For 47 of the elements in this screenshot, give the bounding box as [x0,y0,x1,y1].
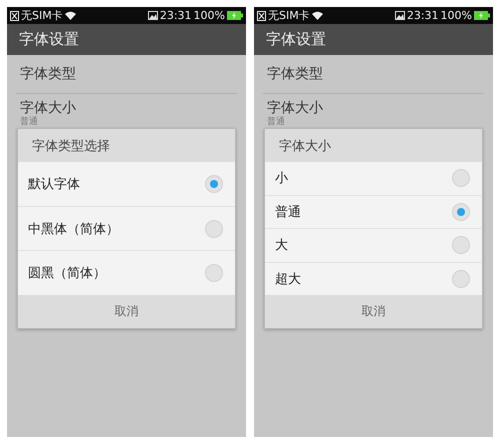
option-label: 小 [275,170,288,188]
radio-button[interactable] [452,169,470,188]
option-row[interactable]: 默认字体 [18,162,235,207]
carrier-text: 无SIM卡 [268,8,310,23]
dialog-title: 字体类型选择 [32,138,110,154]
wifi-icon [312,11,323,20]
radio-button[interactable] [452,236,470,254]
battery-text: 100% [194,9,225,22]
setting-item[interactable]: 字体大小 [20,100,76,117]
option-label: 大 [275,237,288,254]
option-label: 默认字体 [28,176,80,193]
cancel-button[interactable]: 取消 [18,295,235,328]
radio-button[interactable] [205,220,223,238]
image-icon [394,11,405,20]
battery-icon [474,11,490,20]
option-row[interactable]: 普通 [265,196,482,229]
screen-title: 字体设置 [266,30,326,49]
option-label: 中黑体（简体） [28,220,119,238]
battery-icon [227,11,243,20]
radio-button[interactable] [205,174,223,193]
carrier-text: 无SIM卡 [21,8,63,23]
radio-button[interactable] [452,270,470,288]
screen-title: 字体设置 [19,30,79,49]
option-row[interactable]: 小 [265,162,482,196]
cancel-button[interactable]: 取消 [265,295,482,328]
option-row[interactable]: 大 [265,229,482,262]
option-label: 圆黑（简体） [28,265,106,282]
setting-item[interactable]: 字体类型 [263,55,484,94]
clock-text: 23:31 [406,9,439,22]
setting-item[interactable]: 字体大小 [267,100,323,117]
option-row[interactable]: 圆黑（简体） [18,251,235,296]
battery-text: 100% [440,9,472,22]
option-row[interactable]: 超大 [265,262,482,295]
radio-button[interactable] [452,202,470,221]
option-label: 超大 [275,270,301,288]
image-icon [148,11,158,20]
radio-button[interactable] [205,264,223,282]
setting-item[interactable]: 字体类型 [16,55,237,94]
setting-value: 普通 [267,117,285,128]
sim-card-icon [257,10,266,20]
clock-text: 23:31 [160,9,192,22]
sim-card-icon [10,10,19,20]
option-label: 普通 [275,204,301,221]
option-row[interactable]: 中黑体（简体） [18,206,235,252]
wifi-icon [64,11,76,20]
setting-value: 普通 [20,117,38,128]
dialog-title: 字体大小 [279,138,331,154]
